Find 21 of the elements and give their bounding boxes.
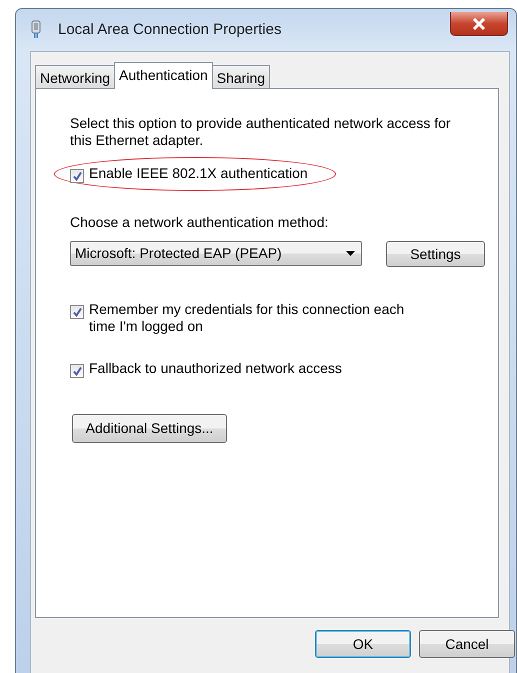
window-title: Local Area Connection Properties (58, 20, 282, 40)
tab[interactable]: Sharing (212, 65, 270, 88)
method-dropdown[interactable]: Microsoft: Protected EAP (PEAP) (70, 241, 362, 266)
close-icon (472, 18, 486, 30)
ok-button[interactable]: OK (315, 630, 411, 658)
description-text: Select this option to provide authenticated network access for this Ethernet adapter. (70, 115, 452, 149)
checkbox-label: Enable IEEE 802.1X authentication (89, 165, 308, 182)
additional-settings-button[interactable]: Additional Settings... (72, 414, 227, 443)
tab[interactable]: Authentication (114, 62, 213, 89)
settings-button[interactable]: Settings (386, 241, 485, 267)
close-button[interactable] (450, 12, 508, 36)
network-adapter-icon (30, 20, 42, 40)
checkbox[interactable] (70, 305, 84, 319)
cancel-button[interactable]: Cancel (419, 630, 515, 658)
method-label: Choose a network authentication method: (70, 213, 330, 232)
tab[interactable]: Networking (35, 65, 116, 88)
checkbox-label: Fallback to unauthorized network access (89, 360, 342, 377)
checkbox[interactable] (70, 169, 84, 183)
checkbox-label: Remember my credentials for this connection each time I'm logged on (89, 301, 406, 335)
checkbox[interactable] (70, 364, 84, 378)
dropdown-arrow-icon (346, 251, 355, 256)
